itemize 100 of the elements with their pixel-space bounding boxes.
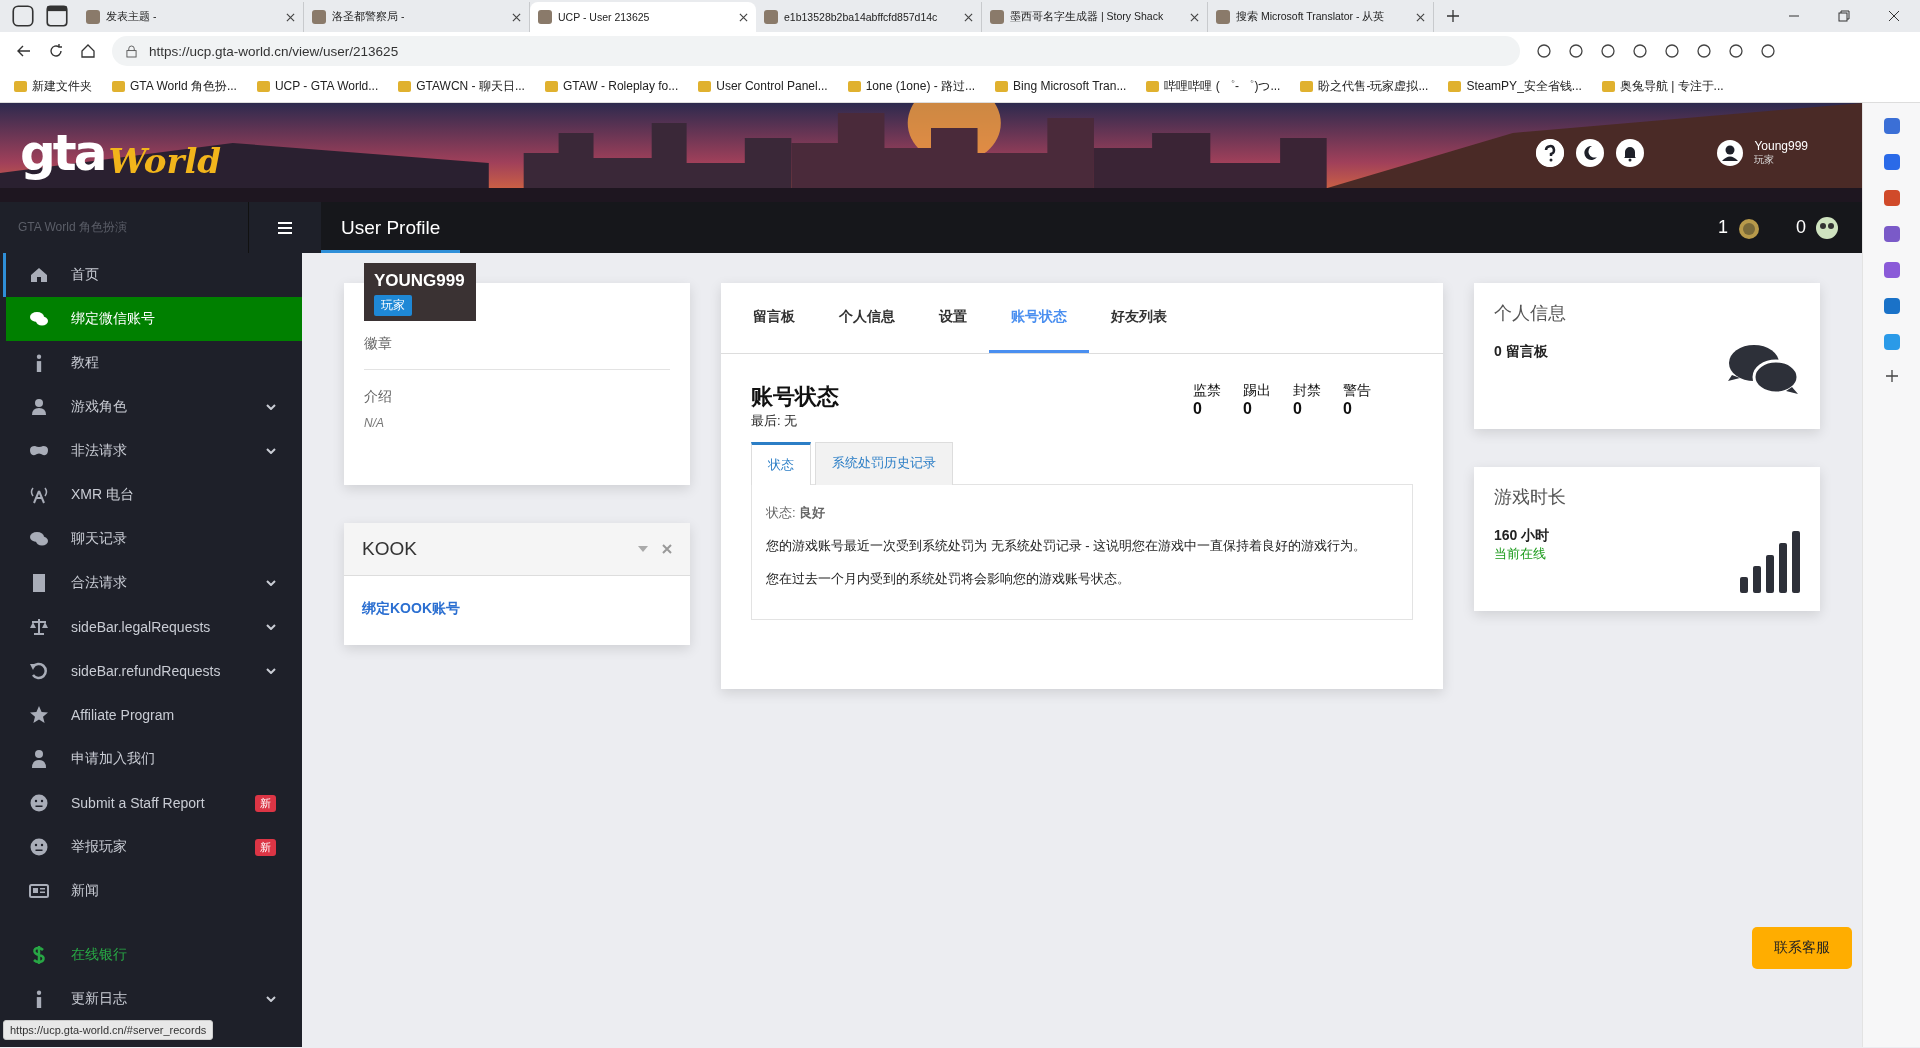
chevron-down-icon[interactable] (266, 624, 276, 630)
profile-tab[interactable]: 设置 (917, 283, 989, 353)
user-name: Young999 (1754, 138, 1808, 153)
close-icon[interactable] (1888, 10, 1900, 22)
sidebar-item[interactable]: 新闻 (6, 869, 302, 913)
sidebar-item[interactable]: Affiliate Program (6, 693, 302, 737)
bookmark[interactable]: Bing Microsoft Tran... (995, 79, 1127, 93)
bookmark[interactable]: User Control Panel... (698, 79, 828, 93)
sidebar-item[interactable]: 更新日志 (6, 977, 302, 1021)
status-paragraph: 您的游戏账号最近一次受到系统处罚为 无系统处罚记录 - 这说明您在游戏中一直保持着良好的游戏行为。 (766, 536, 1368, 555)
chevron-down-icon[interactable] (266, 580, 276, 586)
contact-support-button[interactable]: 联系客服 (1752, 927, 1852, 969)
counter-value: 0 (1796, 217, 1806, 238)
close-tab-icon[interactable] (739, 12, 748, 22)
bookmark[interactable]: 新建文件夹 (14, 77, 92, 95)
close-tab-icon[interactable] (286, 12, 295, 22)
browser-tab[interactable]: 发表主题 - (78, 2, 304, 32)
sidebar-item[interactable]: 举报玩家 新 (6, 825, 302, 869)
bookmark[interactable]: GTAW - Roleplay fo... (544, 79, 679, 93)
user-role: 玩家 (1754, 153, 1776, 167)
restore-icon[interactable] (1838, 10, 1850, 22)
bookmark[interactable]: 奥兔导航 | 专注于... (1601, 77, 1724, 95)
new-badge: 新 (255, 794, 276, 812)
sidebar-item[interactable]: 非法请求 (6, 429, 302, 473)
sidebar-item[interactable]: 游戏角色 (6, 385, 302, 429)
chevron-down-icon[interactable] (266, 996, 276, 1002)
undo-icon (29, 661, 49, 681)
page-title: User Profile (321, 202, 461, 253)
info-icon (36, 354, 42, 372)
ghost-icon[interactable] (1814, 214, 1840, 241)
scale-icon (29, 617, 49, 637)
card-title: KOOK (362, 538, 418, 560)
user-tie-icon (29, 749, 49, 769)
tab-actions-icon[interactable] (44, 3, 70, 29)
section-title: 账号状态 (751, 383, 839, 411)
newspaper-icon (29, 881, 49, 901)
stat-label: 监禁 (1193, 382, 1221, 400)
profile-tab[interactable]: 好友列表 (1089, 283, 1189, 353)
online-status: 当前在线 (1494, 545, 1547, 563)
lock-icon (126, 44, 137, 58)
bookmark[interactable]: SteamPY_安全省钱... (1448, 77, 1582, 95)
browser-tab[interactable]: 洛圣都警察局 - (304, 2, 530, 32)
info-icon (36, 990, 42, 1008)
sidebar-item[interactable]: 聊天记录 (6, 517, 302, 561)
browser-tab[interactable]: 墨西哥名字生成器 | Story Shack (982, 2, 1208, 32)
browser-tab[interactable]: e1b13528b2ba14abffcfd857d14c (756, 2, 982, 32)
bind-kook-link[interactable]: 绑定KOOK账号 (362, 600, 460, 618)
new-badge: 新 (255, 838, 276, 856)
add-icon[interactable] (1884, 369, 1899, 383)
new-tab-icon[interactable] (1446, 9, 1460, 23)
sidebar-item[interactable]: 在线银行 (6, 933, 302, 977)
card-title: 个人信息 (1494, 302, 1567, 325)
chevron-down-icon[interactable] (266, 448, 276, 454)
sidebar-item[interactable]: 教程 (6, 341, 302, 385)
menu-icon[interactable] (248, 202, 321, 253)
avatar-icon[interactable] (1716, 138, 1745, 167)
bookmark[interactable]: GTAWCN - 聊天日... (398, 77, 525, 95)
sidebar-item[interactable]: XMR 电台 (6, 473, 302, 517)
sidebar-item[interactable]: 合法请求 (6, 561, 302, 605)
stat-label: 封禁 (1293, 382, 1321, 400)
close-tab-icon[interactable] (964, 12, 973, 22)
chevron-down-icon[interactable] (266, 668, 276, 674)
profile-tab[interactable]: 个人信息 (817, 283, 917, 353)
status-paragraph: 您在过去一个月内受到的系统处罚将会影响您的游戏账号状态。 (766, 569, 1131, 588)
sidebar-item[interactable]: Submit a Staff Report 新 (6, 781, 302, 825)
status-tab[interactable]: 状态 (751, 442, 811, 485)
browser-tab[interactable]: 搜索 Microsoft Translator - 从英 (1208, 2, 1434, 32)
bookmark[interactable]: 盼之代售-玩家虚拟... (1300, 77, 1429, 95)
stat-value: 0 (1293, 400, 1303, 418)
bookmark[interactable]: GTA World 角色扮... (112, 77, 237, 95)
face-icon (29, 837, 49, 857)
close-tab-icon[interactable] (1190, 12, 1199, 22)
close-tab-icon[interactable] (512, 12, 521, 22)
intro-label: 介绍 (364, 388, 393, 406)
sidebar-item[interactable]: sideBar.refundRequests (6, 649, 302, 693)
bell-icon[interactable] (1616, 138, 1645, 167)
sidebar-item[interactable]: 绑定微信账号 (6, 297, 302, 341)
card-title: 游戏时长 (1494, 486, 1567, 509)
address-field[interactable]: https://ucp.gta-world.cn/view/user/213625 (112, 36, 1520, 66)
browser-tab[interactable]: UCP - User 213625 (530, 2, 756, 32)
bookmark[interactable]: 哔哩哔哩 ( ゜- ゜)つ... (1146, 77, 1281, 95)
stat-label: 警告 (1343, 382, 1371, 400)
workspaces-icon[interactable] (10, 3, 36, 29)
refresh-icon[interactable] (48, 43, 64, 59)
home-icon[interactable] (80, 43, 96, 59)
moon-icon[interactable] (1576, 138, 1605, 167)
profile-tab[interactable]: 留言板 (731, 283, 817, 353)
close-tab-icon[interactable] (1416, 12, 1425, 22)
star-icon (29, 705, 49, 725)
site-logo[interactable]: gtaWorld (20, 127, 222, 178)
back-icon[interactable] (16, 43, 32, 59)
bookmark[interactable]: UCP - GTA World... (256, 79, 379, 93)
intro-value: N/A (364, 416, 385, 430)
chevron-down-icon[interactable] (266, 404, 276, 410)
bookmark[interactable]: 1one (1one) - 路过... (847, 77, 976, 95)
sidebar-item[interactable]: sideBar.legalRequests (6, 605, 302, 649)
status-tab[interactable]: 系统处罚历史记录 (815, 442, 953, 485)
sidebar-item[interactable]: 申请加入我们 (6, 737, 302, 781)
signal-bars-icon (1740, 531, 1800, 593)
user-icon (29, 397, 49, 417)
